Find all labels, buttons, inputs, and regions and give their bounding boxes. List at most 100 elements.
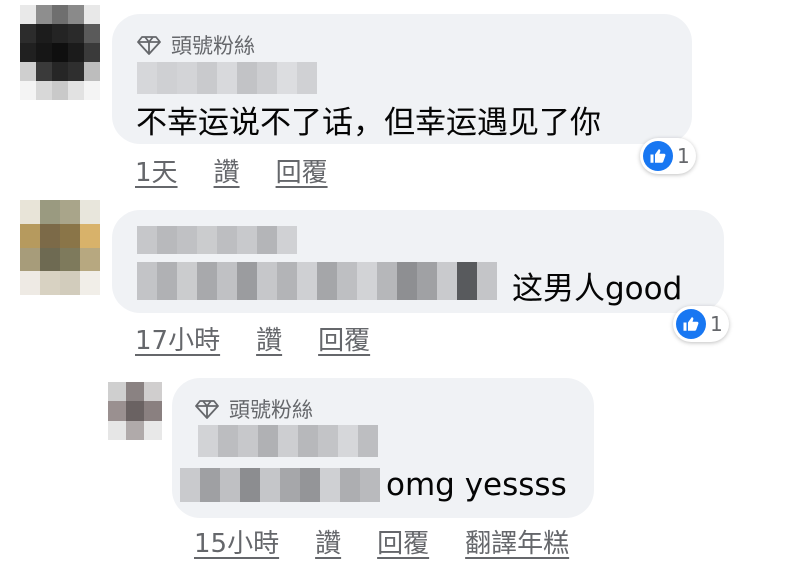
pixel-block — [20, 5, 36, 24]
pixel-block — [217, 62, 237, 94]
like-icon — [676, 309, 706, 339]
reaction-summary[interactable]: 1 — [640, 138, 696, 174]
pixel-block — [237, 62, 257, 94]
pixel-block — [297, 62, 317, 94]
pixel-block — [60, 200, 80, 224]
pixel-block — [157, 226, 177, 254]
pixel-block — [217, 226, 237, 254]
pixel-block — [360, 468, 380, 502]
pixel-block — [198, 425, 218, 457]
timestamp-link[interactable]: 15小時 — [194, 523, 279, 560]
diamond-icon — [195, 400, 219, 419]
pixel-block — [197, 62, 217, 94]
blurred-username[interactable] — [198, 425, 378, 457]
comment-actions: 17小時 讚 回覆 — [135, 320, 406, 357]
timestamp-link[interactable]: 1天 — [135, 152, 178, 189]
pixel-block — [108, 420, 126, 440]
reply-button[interactable]: 回覆 — [276, 152, 328, 189]
comment-text: omg yessss — [386, 467, 567, 503]
like-button[interactable]: 讚 — [315, 523, 341, 560]
blurred-username[interactable] — [137, 226, 297, 254]
pixel-block — [68, 62, 84, 81]
pixel-block — [298, 425, 318, 457]
pixel-block — [144, 382, 162, 402]
avatar[interactable] — [20, 200, 100, 295]
pixel-block — [20, 200, 40, 224]
pixel-block — [477, 262, 497, 300]
pixel-block — [358, 425, 378, 457]
pixel-block — [126, 401, 144, 421]
reaction-summary[interactable]: 1 — [673, 306, 729, 342]
reply-button[interactable]: 回覆 — [318, 320, 370, 357]
pixel-block — [84, 24, 100, 43]
reply-button[interactable]: 回覆 — [377, 523, 429, 560]
pixel-block — [277, 62, 297, 94]
pixel-block — [68, 5, 84, 24]
pixel-block — [60, 271, 80, 295]
pixel-block — [397, 262, 417, 300]
pixel-block — [84, 81, 100, 100]
pixel-block — [300, 468, 320, 502]
translate-link[interactable]: 翻譯年糕 — [465, 523, 569, 560]
pixel-block — [126, 420, 144, 440]
reaction-count: 1 — [710, 312, 723, 336]
pixel-block — [40, 200, 60, 224]
blurred-username[interactable] — [137, 62, 317, 94]
pixel-block — [197, 262, 217, 300]
pixel-block — [84, 43, 100, 62]
pixel-block — [20, 43, 36, 62]
like-icon — [643, 141, 673, 171]
pixel-block — [377, 262, 397, 300]
top-fan-badge[interactable]: 頭號粉絲 — [137, 30, 255, 60]
avatar[interactable] — [108, 382, 162, 440]
pixel-block — [20, 62, 36, 81]
pixel-block — [20, 271, 40, 295]
pixel-block — [137, 226, 157, 254]
pixel-block — [80, 271, 100, 295]
pixel-block — [84, 5, 100, 24]
pixel-block — [80, 200, 100, 224]
pixel-block — [40, 271, 60, 295]
pixel-block — [144, 420, 162, 440]
pixel-block — [240, 468, 260, 502]
pixel-block — [68, 24, 84, 43]
pixel-block — [257, 62, 277, 94]
like-button[interactable]: 讚 — [214, 152, 240, 189]
pixel-block — [200, 468, 220, 502]
diamond-icon — [137, 36, 161, 55]
pixel-block — [36, 62, 52, 81]
pixel-block — [60, 223, 80, 248]
timestamp-link[interactable]: 17小時 — [135, 320, 220, 357]
pixel-block — [52, 24, 68, 43]
comment-actions: 15小時 讚 回覆 翻譯年糕 — [194, 523, 605, 560]
pixel-block — [68, 81, 84, 100]
pixel-block — [340, 468, 360, 502]
pixel-block — [20, 247, 40, 272]
pixel-block — [157, 262, 177, 300]
pixel-block — [52, 81, 68, 100]
pixel-block — [137, 262, 157, 300]
pixel-block — [257, 262, 277, 300]
pixel-block — [317, 262, 337, 300]
pixel-block — [260, 468, 280, 502]
pixel-block — [220, 468, 240, 502]
pixel-block — [278, 425, 298, 457]
comment-actions: 1天 讚 回覆 — [135, 152, 364, 189]
reaction-count: 1 — [677, 144, 690, 168]
pixel-block — [108, 382, 126, 402]
pixel-block — [280, 468, 300, 502]
pixel-block — [60, 247, 80, 272]
pixel-block — [108, 401, 126, 421]
pixel-block — [40, 223, 60, 248]
pixel-block — [218, 425, 238, 457]
top-fan-badge[interactable]: 頭號粉絲 — [195, 394, 313, 424]
pixel-block — [80, 223, 100, 248]
pixel-block — [180, 468, 200, 502]
pixel-block — [457, 262, 477, 300]
pixel-block — [40, 247, 60, 272]
pixel-block — [36, 81, 52, 100]
avatar[interactable] — [20, 5, 100, 100]
pixel-block — [177, 226, 197, 254]
like-button[interactable]: 讚 — [256, 320, 282, 357]
pixel-block — [258, 425, 278, 457]
